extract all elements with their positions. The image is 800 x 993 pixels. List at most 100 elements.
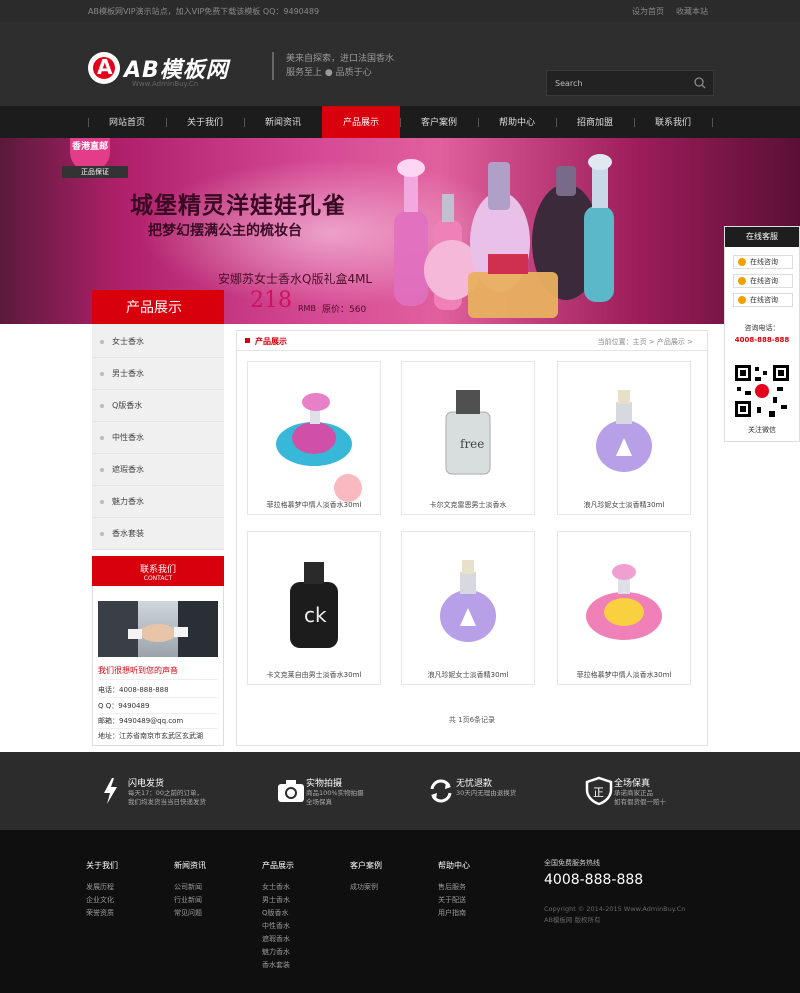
contact-address: 地址：江苏省南京市玄武区玄武湖 <box>98 732 203 740</box>
contact-phone: 电话：4008-888-888 <box>98 686 169 694</box>
contact-title-en: CONTACT <box>143 575 173 582</box>
product-card[interactable]: 浪凡珍妮女士淡香精30ml <box>401 531 535 685</box>
nav-item-home[interactable]: 网站首页 <box>88 106 166 138</box>
divider <box>98 697 218 698</box>
footer-link[interactable]: 发展历程 <box>86 881 118 894</box>
sidebar-item-women-perfume[interactable]: 女士香水 <box>92 326 224 358</box>
product-card[interactable]: 浪凡珍妮女士淡香精30ml <box>557 361 691 515</box>
online-service-panel: 在线客服 在线咨询 在线咨询 在线咨询 咨询电话： 4008-888-888 关… <box>724 226 800 442</box>
search-input[interactable] <box>547 71 687 95</box>
contact-box: 联系我们 CONTACT 我们很想听到您的声音 电话：4008-888-888 … <box>92 556 224 746</box>
footer-link[interactable]: 用户指南 <box>438 907 470 920</box>
set-home-link[interactable]: 设为首页 <box>632 6 664 17</box>
footer-link[interactable]: 公司新闻 <box>174 881 206 894</box>
footer-link[interactable]: Q版香水 <box>262 907 294 920</box>
refresh-icon <box>430 779 452 803</box>
logo-url: Www.AdminBuy.Cn <box>132 80 199 88</box>
sidebar-item-perfume-set[interactable]: 香水套装 <box>92 518 224 550</box>
consult-phone-label: 咨询电话： <box>744 324 780 332</box>
footer-link[interactable]: 售后服务 <box>438 881 470 894</box>
qq-consult-button[interactable]: 在线咨询 <box>733 274 793 288</box>
footer-link[interactable]: 香水套装 <box>262 959 294 972</box>
contact-email: 邮箱：9490489@qq.com <box>98 717 184 725</box>
nav-item-news[interactable]: 新闻资讯 <box>244 106 322 138</box>
footer-col-title: 客户案例 <box>350 861 382 870</box>
sidebar-item-men-perfume[interactable]: 男士香水 <box>92 358 224 390</box>
product-image <box>596 390 652 472</box>
product-card[interactable]: 菲拉格慕梦中情人淡香水30ml <box>557 531 691 685</box>
hotline-label: 全国免费服务热线 <box>544 859 600 867</box>
breadcrumb[interactable]: 当前位置：主页 > 产品展示 > <box>598 337 693 347</box>
footer-col-news: 新闻资讯 公司新闻 行业新闻 常见问题 <box>174 860 206 920</box>
product-category-sidebar: 产品展示 女士香水 男士香水 Q版香水 中性香水 遮瑕香水 魅力香水 香水套装 <box>92 290 224 550</box>
footer-link[interactable]: 常见问题 <box>174 907 206 920</box>
footer-link[interactable]: 企业文化 <box>86 894 118 907</box>
feature-desc: 30天内无理由退换货 <box>456 789 517 797</box>
shield-icon: 正 <box>585 776 613 806</box>
logo[interactable]: A AB模板网 Www.AdminBuy.Cn <box>88 52 248 92</box>
nav-item-cases[interactable]: 客户案例 <box>400 106 478 138</box>
main-nav: 网站首页 关于我们 新闻资讯 产品展示 客户案例 帮助中心 招商加盟 联系我们 <box>0 106 800 138</box>
footer-link[interactable]: 荣誉资质 <box>86 907 118 920</box>
consult-phone: 4008-888-888 <box>734 336 790 344</box>
sidebar-item-unisex-perfume[interactable]: 中性香水 <box>92 422 224 454</box>
feature-desc: 承诺商家正品 如有假货假一赔十 <box>614 789 666 806</box>
footer-link[interactable]: 男士香水 <box>262 894 294 907</box>
footer-link[interactable]: 中性香水 <box>262 920 294 933</box>
divider <box>98 728 218 729</box>
slogan-line-2: 服务至上 ● 品质于心 <box>286 68 372 78</box>
slogan-line-1: 美来自探索，进口法国香水 <box>286 54 395 64</box>
sidebar-item-charm-perfume[interactable]: 魅力香水 <box>92 486 224 518</box>
feature-desc: 商品100%实物拍摄 全场保真 <box>306 789 364 806</box>
search-icon[interactable] <box>693 76 707 90</box>
footer-link[interactable]: 魅力香水 <box>262 946 294 959</box>
footer-col-title: 关于我们 <box>86 861 118 870</box>
header: A AB模板网 Www.AdminBuy.Cn 美来自探索，进口法国香水 服务至… <box>0 22 800 106</box>
banner-price: 218 <box>250 288 292 313</box>
nav-item-contact[interactable]: 联系我们 <box>634 106 712 138</box>
footer-link[interactable]: 关于配送 <box>438 894 470 907</box>
nav-item-help[interactable]: 帮助中心 <box>478 106 556 138</box>
qq-consult-button[interactable]: 在线咨询 <box>733 255 793 269</box>
product-image: ck <box>290 562 338 648</box>
qq-consult-button[interactable]: 在线咨询 <box>733 293 793 307</box>
footer-col-help: 帮助中心 售后服务 关于配送 用户指南 <box>438 860 470 920</box>
badge-ribbon: 正品保证 <box>62 166 128 178</box>
sidebar-item-concealer-perfume[interactable]: 遮瑕香水 <box>92 454 224 486</box>
contact-qq: Q Q：9490489 <box>98 702 150 710</box>
sidebar-item-q-perfume[interactable]: Q版香水 <box>92 390 224 422</box>
footer-col-title: 产品展示 <box>262 861 294 870</box>
footer-hotline: 全国免费服务热线 4008-888-888 Copyright © 2014-2… <box>544 858 685 926</box>
footer-link[interactable]: 行业新闻 <box>174 894 206 907</box>
nav-item-about[interactable]: 关于我们 <box>166 106 244 138</box>
banner-original-price: 原价：560 <box>322 305 367 315</box>
top-notice: AB模板网VIP演示站点，加入VIP免费下载该模板 QQ：9490489 <box>88 7 320 16</box>
panel-header: 产品展示 当前位置：主页 > 产品展示 > <box>237 331 707 351</box>
slogan: 美来自探索，进口法国香水 服务至上 ● 品质于心 <box>272 52 394 80</box>
nav-item-products[interactable]: 产品展示 <box>322 106 400 138</box>
qr-code-icon <box>733 363 791 419</box>
product-card[interactable]: ck 卡文克莱自由男士淡香水30ml <box>247 531 381 685</box>
product-name: 菲拉格慕梦中情人淡香水30ml <box>576 671 672 679</box>
footer: 关于我们 发展历程 企业文化 荣誉资质 新闻资讯 公司新闻 行业新闻 常见问题 … <box>0 830 800 993</box>
add-favorite-link[interactable]: 收藏本站 <box>676 6 708 17</box>
footer-col-products: 产品展示 女士香水 男士香水 Q版香水 中性香水 遮瑕香水 魅力香水 香水套装 <box>262 860 294 972</box>
banner-price-unit: RMB <box>298 304 316 313</box>
product-name: 浪凡珍妮女士淡香精30ml <box>583 501 665 509</box>
handshake-image <box>98 601 218 657</box>
service-title: 在线客服 <box>725 227 799 247</box>
footer-link[interactable]: 女士香水 <box>262 881 294 894</box>
product-name: 浪凡珍妮女士淡香精30ml <box>427 671 509 679</box>
hotline-number: 4008-888-888 <box>544 872 644 888</box>
authentic-badge: 香港直邮 正品保证 <box>62 138 132 182</box>
banner-product-name: 安娜苏女士香水Q版礼盒4ML <box>218 272 373 286</box>
copyright: Copyright © 2014-2015 Www.AdminBuy.Cn AB模… <box>544 905 686 924</box>
watermark-logo-icon <box>334 474 362 502</box>
footer-link[interactable]: 遮瑕香水 <box>262 933 294 946</box>
feature-title: 无忧退款 <box>456 779 493 789</box>
panel-marker-icon <box>245 338 250 343</box>
nav-item-franchise[interactable]: 招商加盟 <box>556 106 634 138</box>
contact-tagline: 我们很想听到您的声音 <box>98 666 178 675</box>
feature-title: 全场保真 <box>614 779 651 789</box>
footer-link[interactable]: 成功案例 <box>350 881 382 894</box>
